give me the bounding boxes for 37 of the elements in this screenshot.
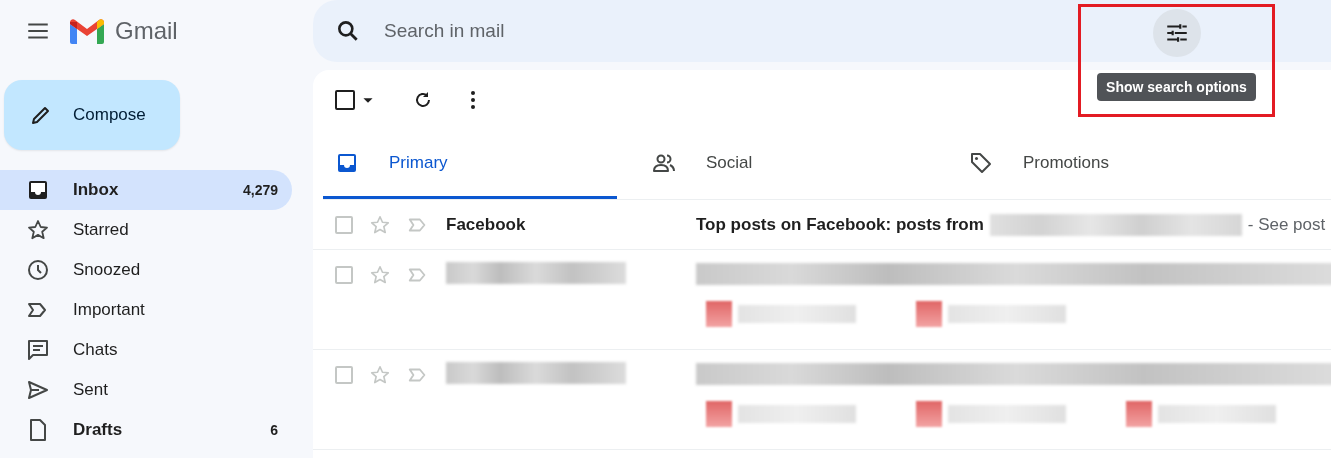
select-checkbox[interactable] <box>335 90 355 110</box>
sidebar-item[interactable]: Sent <box>0 370 292 410</box>
star-icon[interactable] <box>369 213 391 236</box>
category-tab[interactable]: Promotions <box>957 130 1274 199</box>
star-icon <box>26 218 50 242</box>
category-tab[interactable]: Primary <box>323 130 617 199</box>
tag-icon <box>969 151 993 175</box>
row-checkbox[interactable] <box>335 366 353 384</box>
search-field[interactable]: Search in mail <box>313 0 1331 62</box>
compose-button[interactable]: Compose <box>4 80 180 150</box>
row-checkbox[interactable] <box>335 266 353 284</box>
star-icon[interactable] <box>369 364 391 386</box>
attachment-chip[interactable] <box>706 301 856 327</box>
star-icon[interactable] <box>369 264 391 286</box>
sidebar-item[interactable]: Chats <box>0 330 292 370</box>
sidebar-item[interactable]: Starred <box>0 210 292 250</box>
sender-name: Facebook <box>446 214 527 235</box>
clock-icon <box>26 258 50 282</box>
snippet-text: - See post <box>1247 214 1326 235</box>
app-name: Gmail <box>115 17 178 45</box>
row-checkbox[interactable] <box>335 215 353 234</box>
attachment-chip[interactable] <box>916 301 1066 327</box>
logo-icon <box>67 16 107 46</box>
sidebar-item[interactable]: Snoozed <box>0 250 292 290</box>
sidebar-item[interactable]: Inbox 4,279 <box>0 170 292 210</box>
send-icon <box>26 378 50 402</box>
chat-icon <box>26 338 50 362</box>
category-tab[interactable]: Social <box>640 130 957 199</box>
attachment-chip[interactable] <box>916 401 1066 427</box>
attachment-chip[interactable] <box>706 401 856 427</box>
sidebar-item[interactable]: Important <box>0 290 292 330</box>
subject-text: Top posts on Facebook: posts from <box>696 214 984 235</box>
sidebar-item[interactable]: Drafts 6 <box>0 410 292 450</box>
attachment-chip[interactable] <box>1126 401 1276 427</box>
tooltip: Show search options <box>1097 73 1256 101</box>
inbox-icon <box>26 178 50 202</box>
inbox-icon <box>335 151 359 175</box>
